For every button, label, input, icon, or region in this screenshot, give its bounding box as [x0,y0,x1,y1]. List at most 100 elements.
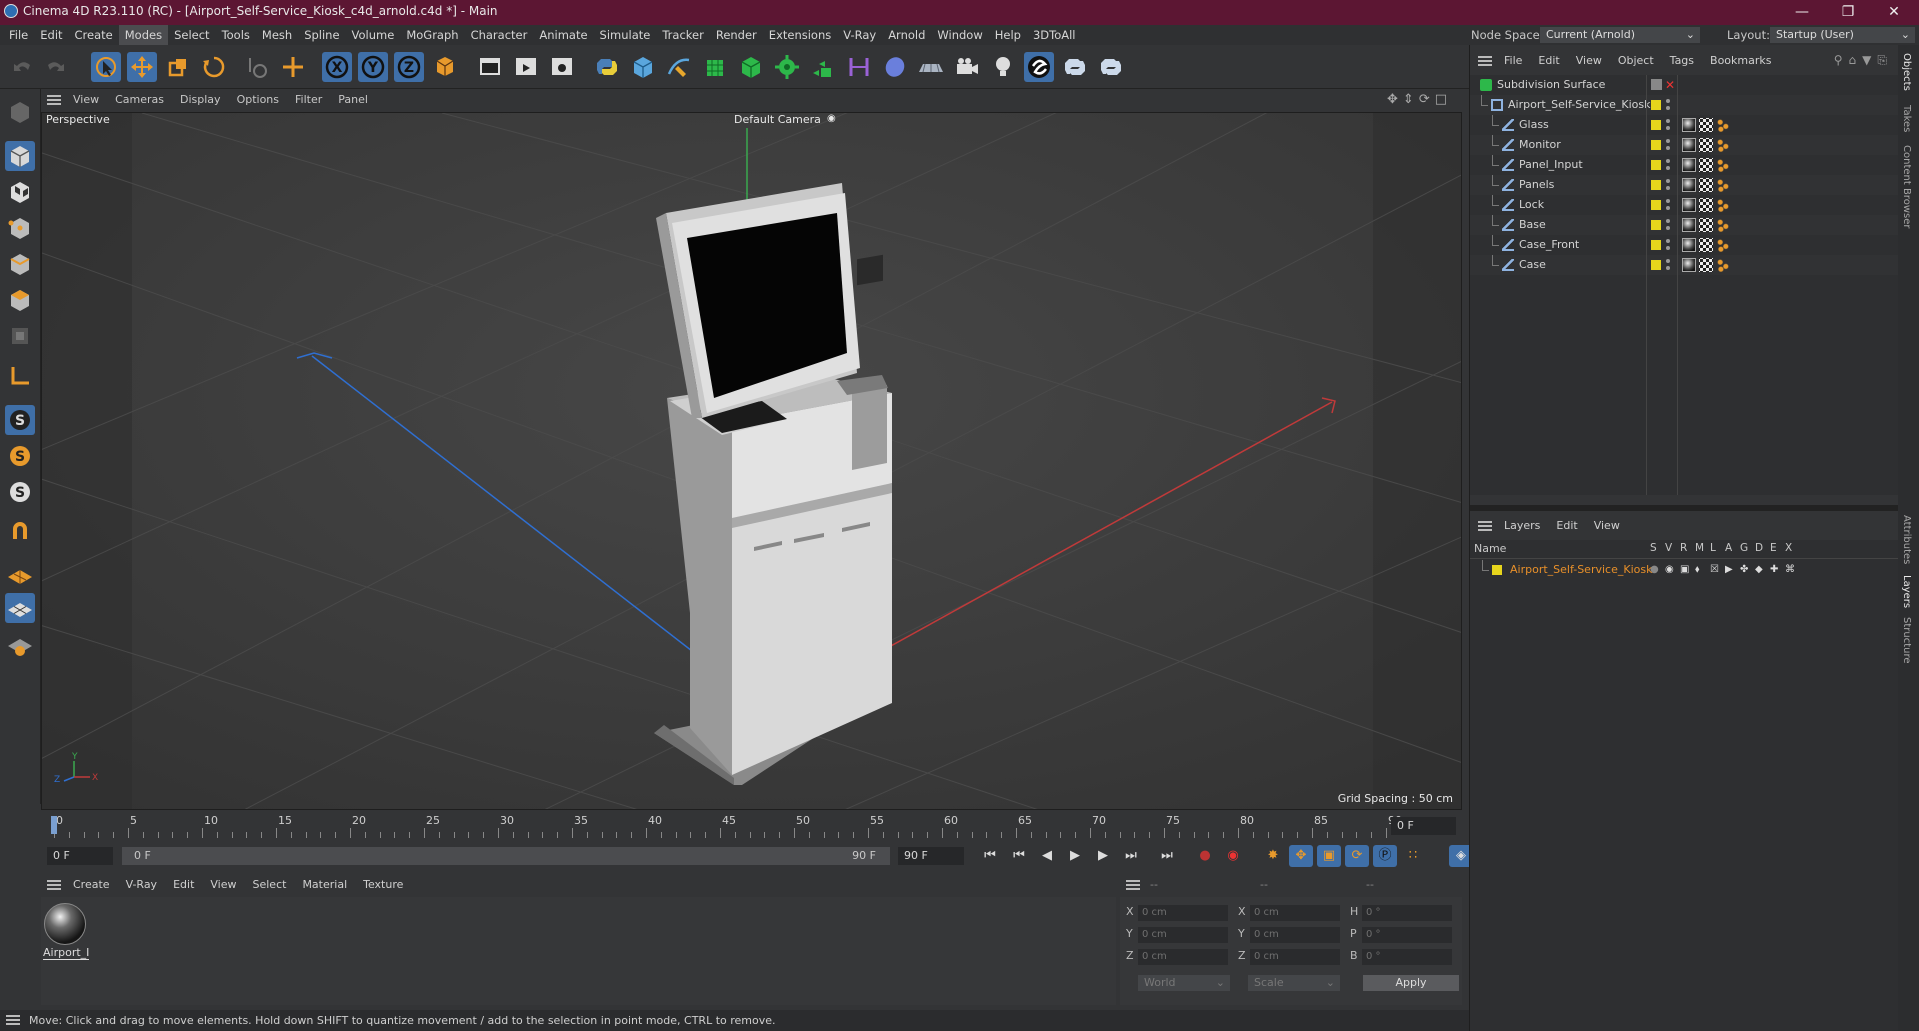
menu-mograph[interactable]: MoGraph [400,25,464,45]
polygon-mode-icon[interactable] [5,285,35,315]
python-script2-icon[interactable] [1096,52,1126,82]
tab-objects[interactable]: Objects [1901,53,1912,91]
phong-tag-icon[interactable] [1716,258,1730,272]
layer-menu-layers[interactable]: Layers [1496,515,1548,537]
panel-splitter[interactable] [1470,505,1899,511]
material-menu-view[interactable]: View [202,874,244,896]
object-row[interactable]: Monitor [1470,135,1899,155]
texture-tag-icon[interactable] [1699,218,1713,232]
object-row[interactable]: Airport_Self-Service_Kiosk [1470,95,1899,115]
next-key-icon[interactable]: ⏭ [1119,845,1143,867]
material-menu-create[interactable]: Create [65,874,118,896]
layer-column-r[interactable]: R [1680,542,1687,554]
column-separator[interactable] [1646,75,1647,495]
x-axis-lock-icon[interactable]: X [322,52,352,82]
layer-row[interactable]: Airport_Self-Service_Kiosk ● ◉ ▣ ⬧ ☒ ▶ ✤ ◆ ✚ ⌘ [1470,560,1899,580]
texture-tag-icon[interactable] [1699,158,1713,172]
workplane-icon[interactable] [5,557,35,587]
texture-mode-icon[interactable] [5,177,35,207]
material-thumbnail[interactable] [44,903,86,945]
object-name[interactable]: Base [1519,215,1546,235]
arnold-tag-icon[interactable] [1682,178,1696,192]
render-icon[interactable]: ▣ [1680,560,1689,580]
menu-simulate[interactable]: Simulate [594,25,657,45]
layout-dropdown[interactable]: Startup (User) ⌄ [1770,27,1915,43]
go-to-start-icon[interactable]: ⏮ [978,845,1002,867]
previous-key-icon[interactable]: ⏮ [1007,845,1031,867]
camera-icon[interactable] [952,52,982,82]
play-icon[interactable]: ▶ [1063,845,1087,867]
layer-color-swatch[interactable] [1492,565,1502,575]
render-picture-viewer-icon[interactable] [511,52,541,82]
coord-mode-dropdown[interactable]: Scale ⌄ [1248,975,1340,991]
pen-spline-icon[interactable] [664,52,694,82]
phong-tag-icon[interactable] [1716,238,1730,252]
object-row[interactable]: Panel_Input [1470,155,1899,175]
visibility-dots-icon[interactable] [1666,178,1670,192]
layer-name[interactable]: Airport_Self-Service_Kiosk [1510,560,1652,580]
object-name[interactable]: Monitor [1519,135,1561,155]
edit-check-icon[interactable] [1651,79,1662,90]
arnold-tag-icon[interactable] [1682,138,1696,152]
layer-color-swatch[interactable] [1651,260,1661,270]
menu-file[interactable]: File [3,25,34,45]
solo-icon[interactable]: ● [1650,560,1659,580]
viewport-menu-panel[interactable]: Panel [330,89,376,111]
snap-settings-icon[interactable]: S [5,441,35,471]
viewport-nav-icons[interactable]: ✥⇕⟳□ [1387,92,1452,107]
object-menu-object[interactable]: Object [1610,50,1662,72]
coord-value-field[interactable]: 0 ° [1362,949,1452,965]
close-icon[interactable]: ✕ [1871,0,1917,25]
generator-icon[interactable]: ✤ [1740,560,1748,580]
menu-modes[interactable]: Modes [118,25,169,45]
layer-column-l[interactable]: L [1710,542,1716,554]
layer-color-swatch[interactable] [1651,180,1661,190]
coord-value-field[interactable]: 0 cm [1250,949,1340,965]
arnold-icon[interactable] [1024,52,1054,82]
hamburger-icon[interactable] [1126,880,1140,890]
object-row[interactable]: Case [1470,255,1899,275]
manager-icon[interactable]: ⬧ [1695,560,1700,580]
hamburger-icon[interactable] [47,95,61,105]
layer-column-s[interactable]: S [1650,542,1657,554]
visibility-dots-icon[interactable] [1666,158,1670,172]
object-name[interactable]: Lock [1519,195,1544,215]
layer-color-swatch[interactable] [1651,100,1661,110]
visibility-dots-icon[interactable] [1666,198,1670,212]
apply-button[interactable]: Apply [1363,975,1459,991]
object-name[interactable]: Airport_Self-Service_Kiosk [1508,95,1650,115]
field-icon[interactable] [880,52,910,82]
extrude-icon[interactable] [736,52,766,82]
workplane-lock-icon[interactable] [5,629,35,659]
object-row[interactable]: Panels [1470,175,1899,195]
material-menu-texture[interactable]: Texture [355,874,411,896]
coord-value-field[interactable]: 0 cm [1138,927,1228,943]
key-scale-icon[interactable]: ▣ [1317,845,1341,867]
object-menu-edit[interactable]: Edit [1530,50,1567,72]
object-row[interactable]: Lock [1470,195,1899,215]
node-space-dropdown[interactable]: Current (Arnold) ⌄ [1540,27,1700,43]
move-icon[interactable] [127,52,157,82]
make-editable-icon[interactable] [5,97,35,127]
viewport-menu-filter[interactable]: Filter [287,89,330,111]
add-object-icon[interactable] [278,52,308,82]
visibility-dots-icon[interactable] [1666,238,1670,252]
layer-color-swatch[interactable] [1651,240,1661,250]
menu-3dtoall[interactable]: 3DToAll [1027,25,1082,45]
material-menu-edit[interactable]: Edit [165,874,202,896]
arnold-tag-icon[interactable] [1682,158,1696,172]
disable-x-icon[interactable]: ✕ [1665,75,1675,95]
menu-mesh[interactable]: Mesh [256,25,298,45]
layer-column-x[interactable]: X [1785,542,1792,554]
previous-frame-icon[interactable]: ◀ [1035,845,1059,867]
recent-tool-icon[interactable] [242,52,272,82]
camera-icon[interactable]: ◉ [827,113,836,124]
viewport-menu-view[interactable]: View [65,89,107,111]
layer-color-swatch[interactable] [1651,200,1661,210]
cloner-icon[interactable] [772,52,802,82]
menu-spline[interactable]: Spline [298,25,345,45]
subdivision-surface-icon[interactable] [700,52,730,82]
record-keys-icon[interactable]: ● [1193,845,1217,867]
tab-content-browser[interactable]: Content Browser [1901,145,1912,228]
layer-column-g[interactable]: G [1740,542,1748,554]
